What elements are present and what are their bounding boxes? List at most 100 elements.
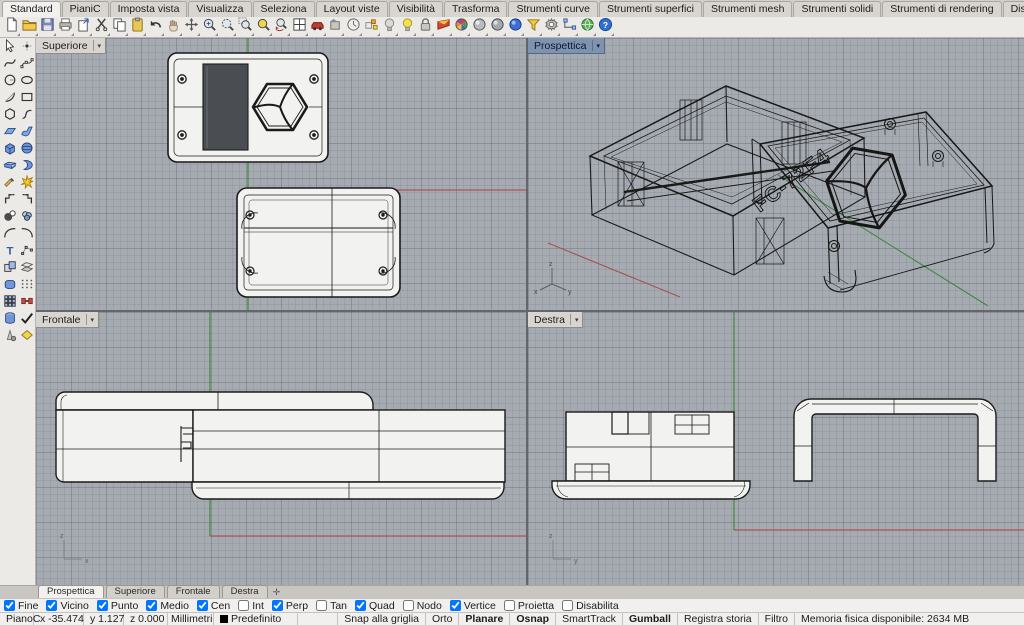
control-points-on-button[interactable] — [18, 244, 35, 261]
layout-viste-menu-tab[interactable]: Layout viste — [316, 1, 388, 17]
viewport-title-label[interactable]: Prospettica — [534, 40, 587, 52]
rendered-display-button[interactable] — [453, 19, 470, 36]
gumball-status-pane[interactable]: Gumball — [622, 613, 677, 625]
viewport-title-superiore[interactable]: Superiore ▾ — [36, 38, 106, 54]
rounded-box-button[interactable] — [1, 278, 18, 295]
freeform-curve-button[interactable] — [18, 108, 35, 125]
int-osnap-toggle[interactable]: Int — [238, 600, 264, 612]
named-cplane-button[interactable] — [363, 19, 380, 36]
cone-button[interactable] — [1, 329, 18, 346]
options-button[interactable] — [543, 19, 560, 36]
chamfer-edge-button[interactable] — [18, 193, 35, 210]
render-settings-button[interactable] — [507, 19, 524, 36]
ellipse-button[interactable] — [18, 74, 35, 91]
viewport-title-prospettica[interactable]: Prospettica ▾ — [528, 38, 605, 54]
tan-osnap-checkbox[interactable] — [316, 600, 327, 611]
explode-button[interactable] — [18, 176, 35, 193]
cut-button[interactable] — [93, 19, 110, 36]
zoom-dynamic-button[interactable] — [219, 19, 236, 36]
set-view-button[interactable] — [327, 19, 344, 36]
text-object-button[interactable]: T — [1, 244, 18, 261]
vertice-osnap-toggle[interactable]: Vertice — [450, 600, 496, 612]
zoom-selected-button[interactable] — [255, 19, 272, 36]
disabilita-osnap-toggle[interactable]: Disabilita — [562, 600, 619, 612]
nodo-osnap-checkbox[interactable] — [403, 600, 414, 611]
named-views-button[interactable] — [309, 19, 326, 36]
frontale-viewport-tab[interactable]: Frontale — [167, 585, 220, 598]
units-cell[interactable]: Millimetri — [168, 613, 214, 625]
viewport-title-destra[interactable]: Destra ▾ — [528, 312, 583, 328]
select-button[interactable] — [1, 40, 18, 57]
display-mode-button[interactable] — [435, 19, 452, 36]
chevron-down-icon[interactable]: ▾ — [89, 316, 97, 324]
strumenti-di-rendering-menu-tab[interactable]: Strumenti di rendering — [882, 1, 1001, 17]
registra-storia-status-pane[interactable]: Registra storia — [677, 613, 758, 625]
strumenti-mesh-menu-tab[interactable]: Strumenti mesh — [703, 1, 793, 17]
slab-button[interactable] — [1, 159, 18, 176]
check-selection-button[interactable] — [18, 312, 35, 329]
surface-patch-button[interactable] — [18, 125, 35, 142]
vicino-osnap-checkbox[interactable] — [46, 600, 57, 611]
fine-osnap-toggle[interactable]: Fine — [4, 600, 38, 612]
proietta-osnap-checkbox[interactable] — [504, 600, 515, 611]
imposta-vista-menu-tab[interactable]: Imposta vista — [110, 1, 188, 17]
trasforma-menu-tab[interactable]: Trasforma — [444, 1, 507, 17]
point-grid-button[interactable] — [18, 278, 35, 295]
insert-block-button[interactable] — [1, 261, 18, 278]
seleziona-menu-tab[interactable]: Seleziona — [253, 1, 315, 17]
visibilità-menu-tab[interactable]: Visibilità — [389, 1, 443, 17]
filtro-status-pane[interactable]: Filtro — [758, 613, 794, 625]
strumenti-curve-menu-tab[interactable]: Strumenti curve — [508, 1, 598, 17]
help-button[interactable]: ? — [597, 19, 614, 36]
render-preview-button[interactable] — [489, 19, 506, 36]
new-document-button[interactable] — [3, 19, 20, 36]
int-osnap-checkbox[interactable] — [238, 600, 249, 611]
nodo-osnap-toggle[interactable]: Nodo — [403, 600, 442, 612]
print-button[interactable] — [57, 19, 74, 36]
prospettica-viewport-tab[interactable]: Prospettica — [38, 585, 104, 598]
undo-button[interactable] — [147, 19, 164, 36]
undo-view-change-button[interactable] — [273, 19, 290, 36]
viewport-title-label[interactable]: Frontale — [42, 314, 81, 326]
quad-osnap-checkbox[interactable] — [355, 600, 366, 611]
box-button[interactable] — [1, 142, 18, 159]
blend-curve-button[interactable] — [1, 227, 18, 244]
arc-button[interactable] — [1, 91, 18, 108]
interpolated-curve-button[interactable] — [1, 57, 18, 74]
smarttrack-status-pane[interactable]: SmartTrack — [555, 613, 622, 625]
osnap-status-pane[interactable]: Osnap — [509, 613, 555, 625]
tan-osnap-toggle[interactable]: Tan — [316, 600, 347, 612]
proietta-osnap-toggle[interactable]: Proietta — [504, 600, 554, 612]
zoom-button[interactable] — [201, 19, 218, 36]
punto-osnap-toggle[interactable]: Punto — [97, 600, 138, 612]
surface-revolve-button[interactable] — [18, 159, 35, 176]
chevron-down-icon[interactable]: ▾ — [573, 316, 581, 324]
copy-to-clipboard-button[interactable] — [75, 19, 92, 36]
circle-button[interactable] — [1, 74, 18, 91]
disegno-tecnico-menu-tab[interactable]: Disegno tecnico — [1003, 1, 1024, 17]
medio-osnap-toggle[interactable]: Medio — [146, 600, 189, 612]
punto-osnap-checkbox[interactable] — [97, 600, 108, 611]
boolean-union-button[interactable] — [18, 210, 35, 227]
hide-objects-button[interactable] — [381, 19, 398, 36]
polygon-button[interactable] — [1, 108, 18, 125]
visualizza-menu-tab[interactable]: Visualizza — [188, 1, 251, 17]
paste-button[interactable] — [129, 19, 146, 36]
strumenti-solidi-menu-tab[interactable]: Strumenti solidi — [793, 1, 881, 17]
fine-osnap-checkbox[interactable] — [4, 600, 15, 611]
cylinder-button[interactable] — [1, 312, 18, 329]
show-objects-button[interactable] — [399, 19, 416, 36]
perp-osnap-checkbox[interactable] — [272, 600, 283, 611]
superiore-viewport-tab[interactable]: Superiore — [106, 585, 165, 598]
zoom-window-button[interactable] — [237, 19, 254, 36]
cen-osnap-toggle[interactable]: Cen — [197, 600, 230, 612]
snap-alla-griglia-status-pane[interactable]: Snap alla griglia — [337, 613, 425, 625]
cplane-cell[interactable]: PianoC — [0, 613, 34, 625]
dumbbell-tool-button[interactable] — [18, 295, 35, 312]
viewport-frontale[interactable]: z x Frontale ▾ — [36, 312, 526, 585]
set-cplane-button[interactable] — [345, 19, 362, 36]
vertice-osnap-checkbox[interactable] — [450, 600, 461, 611]
chevron-down-icon[interactable]: ▾ — [96, 42, 104, 50]
perp-osnap-toggle[interactable]: Perp — [272, 600, 308, 612]
viewport-title-label[interactable]: Superiore — [42, 40, 88, 52]
